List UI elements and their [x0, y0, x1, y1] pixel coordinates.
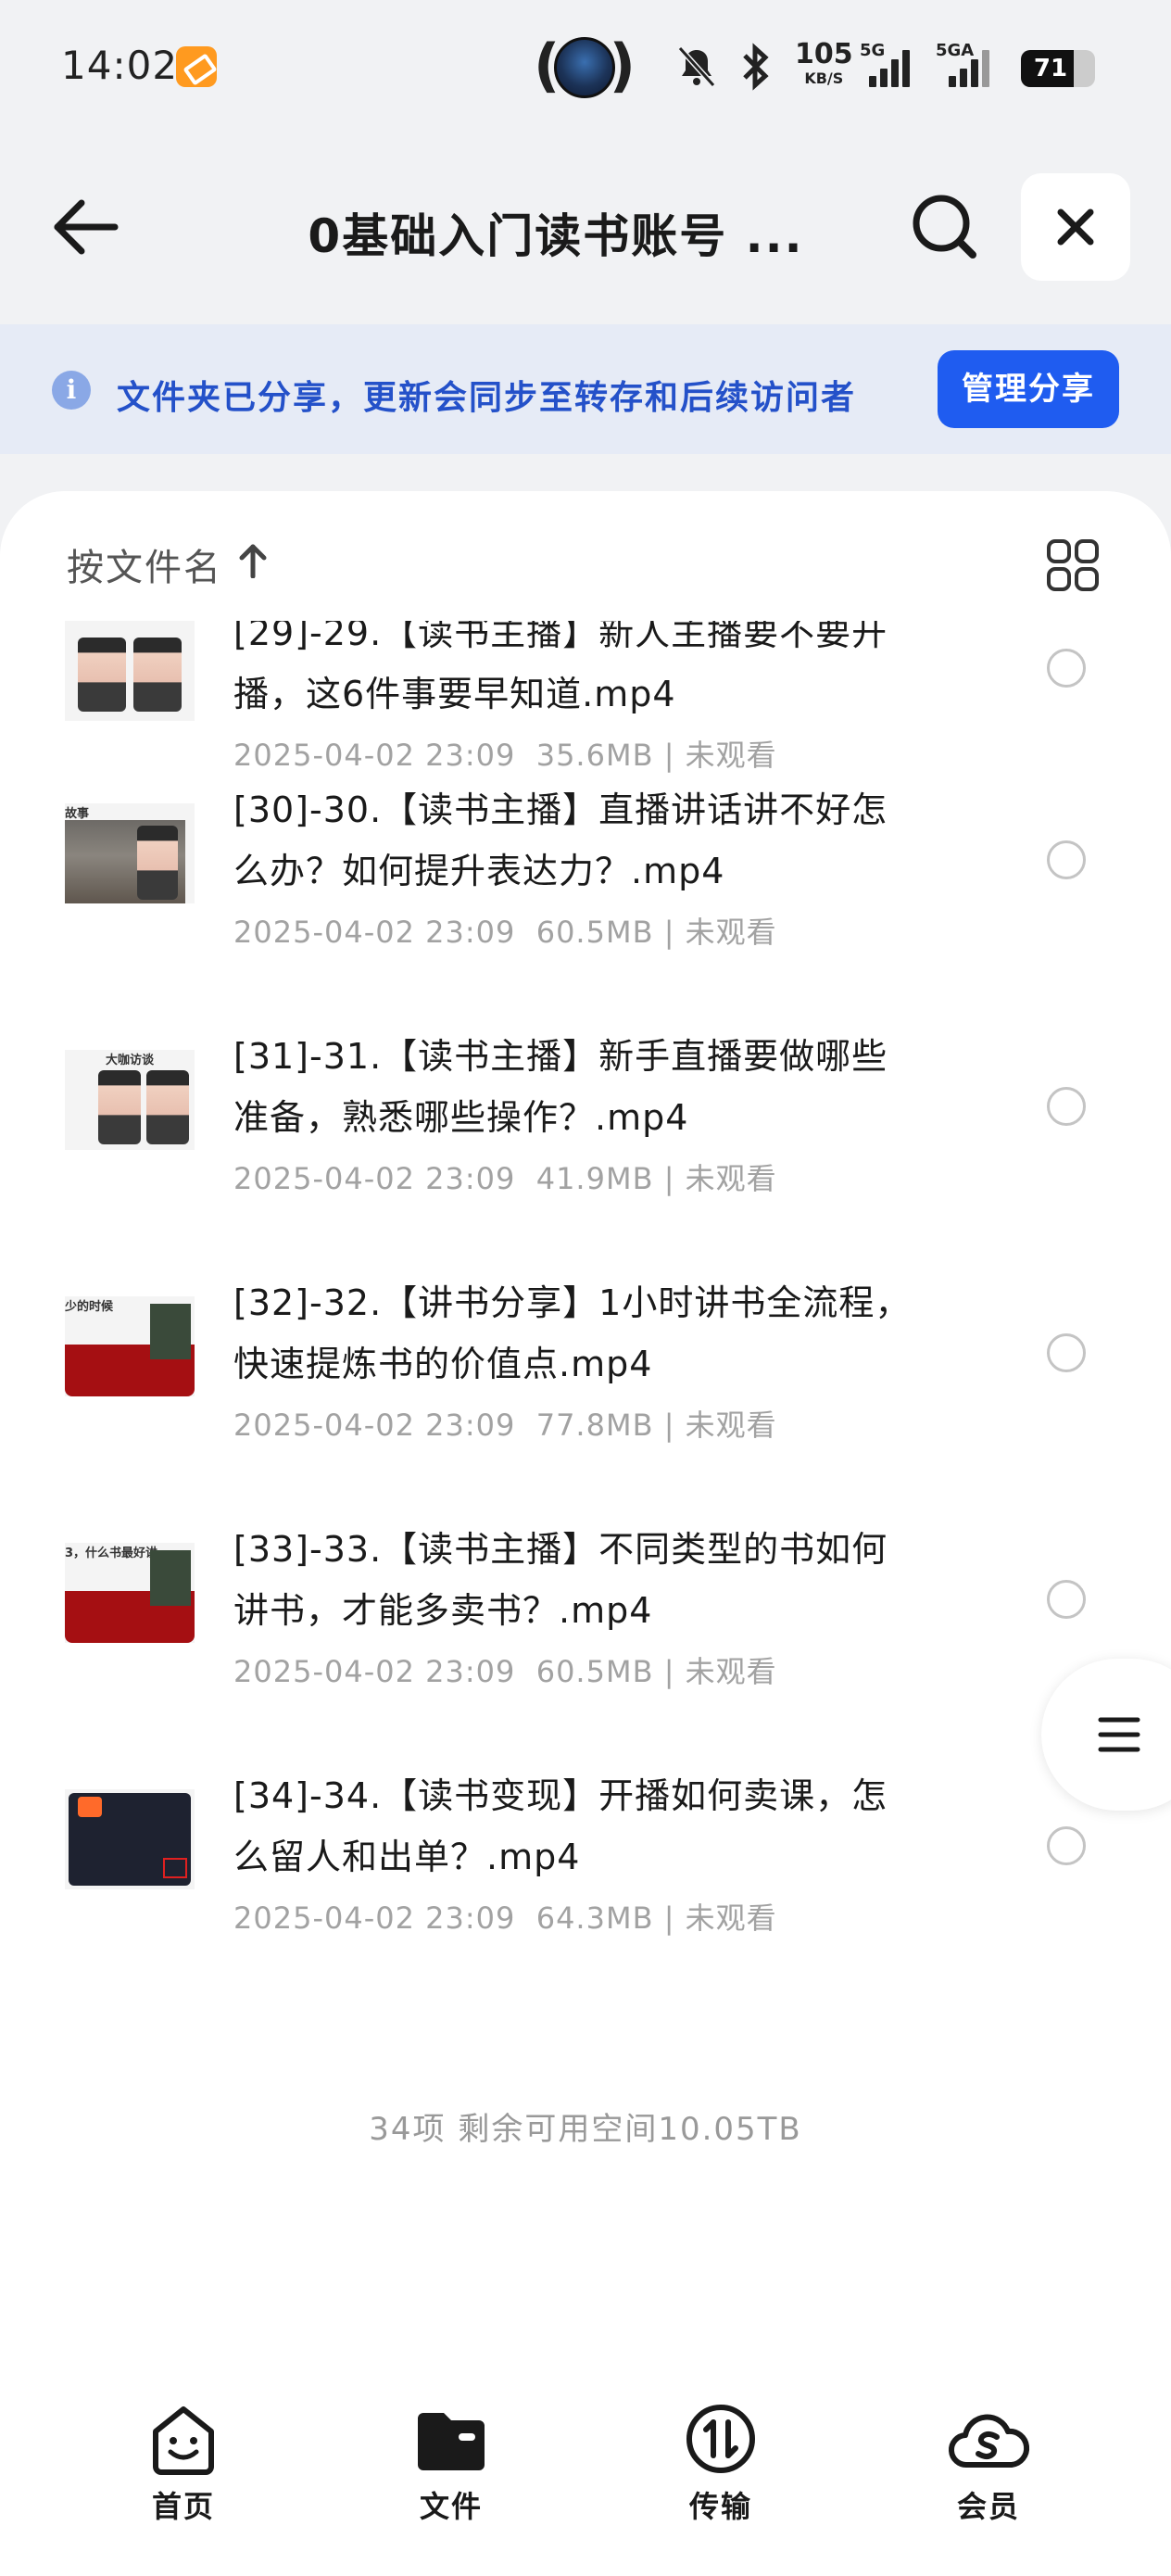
- notification-app-icon: [176, 46, 217, 87]
- tab-label: 文件: [419, 2489, 483, 2524]
- search-icon: [913, 195, 976, 259]
- video-thumbnail: 3，什么书最好讲: [65, 1543, 195, 1643]
- bottom-tab-bar: 首页 文件 传输 会员: [0, 2381, 1171, 2576]
- info-icon: i: [52, 371, 91, 410]
- tab-files[interactable]: 文件: [377, 2400, 525, 2548]
- app-screen: 14:02 ( ) 105 KB/S 5G 5GA 71 0基础入门读书账号 .…: [0, 0, 1171, 2576]
- file-meta: 2025-04-02 23:09 77.8MB | 未观看: [233, 1408, 777, 1443]
- battery-icon: 71: [1021, 50, 1095, 87]
- tab-label: 首页: [151, 2489, 215, 2524]
- back-button[interactable]: [44, 190, 128, 264]
- file-row[interactable]: 大咖访谈 [31]-31.【读书主播】新手直播要做哪些准备，熟悉哪些操作？.mp…: [0, 1002, 1171, 1248]
- transfer-icon: [686, 2405, 755, 2473]
- file-name: [32]-32.【讲书分享】1小时讲书全流程，快速提炼书的价值点.mp4: [233, 1282, 912, 1384]
- storage-summary: 34项 剩余可用空间10.05TB: [369, 2111, 802, 2148]
- vip-cloud-icon: [949, 2414, 1030, 2469]
- tab-vip[interactable]: 会员: [914, 2400, 1063, 2548]
- close-icon: [1057, 208, 1094, 246]
- file-meta: 2025-04-02 23:09 64.3MB | 未观看: [233, 1900, 777, 1936]
- signal-5ga-icon: 5GA: [936, 41, 999, 87]
- select-checkbox[interactable]: [1047, 1087, 1086, 1126]
- video-thumbnail: [65, 1789, 195, 1889]
- video-thumbnail: [65, 621, 195, 721]
- video-thumbnail: 大咖访谈: [65, 1050, 195, 1150]
- select-checkbox[interactable]: [1047, 840, 1086, 879]
- share-banner: i 文件夹已分享，更新会同步至转存和后续访问者 管理分享: [0, 324, 1171, 454]
- select-checkbox[interactable]: [1047, 649, 1086, 688]
- tab-label: 传输: [688, 2489, 752, 2524]
- file-row[interactable]: 故事 [30]-30.【读书主播】直播讲话讲不好怎么办？如何提升表达力？.mp4…: [0, 755, 1171, 1002]
- video-thumbnail: 故事: [65, 803, 195, 903]
- close-button[interactable]: [1021, 173, 1130, 281]
- video-thumbnail: 少的时候: [65, 1296, 195, 1396]
- sort-by-name-button[interactable]: 按文件名: [67, 537, 222, 591]
- file-name: [34]-34.【读书变现】开播如何卖课，怎么留人和出单？.mp4: [233, 1775, 888, 1877]
- file-panel: 按文件名 [29]-29.【读书主播】新人主播要不要开播，这6件事要早知道.mp…: [0, 491, 1171, 2576]
- tab-home[interactable]: 首页: [109, 2400, 258, 2548]
- search-button[interactable]: [906, 188, 984, 266]
- file-name: [33]-33.【读书主播】不同类型的书如何讲书，才能多卖书？.mp4: [233, 1529, 888, 1631]
- page-title: 0基础入门读书账号 ...: [308, 209, 804, 263]
- live-activity-avatar: ( ): [534, 32, 636, 99]
- home-smile-icon: [153, 2406, 214, 2475]
- status-time: 14:02: [61, 43, 179, 88]
- mute-bell-icon: [677, 45, 716, 88]
- net-speed: 105 KB/S: [795, 38, 853, 88]
- sort-bar: 按文件名: [0, 491, 1171, 621]
- file-row[interactable]: 少的时候 [32]-32.【讲书分享】1小时讲书全流程，快速提炼书的价值点.mp…: [0, 1248, 1171, 1495]
- file-name: [31]-31.【读书主播】新手直播要做哪些准备，熟悉哪些操作？.mp4: [233, 1036, 888, 1138]
- file-row[interactable]: 3，什么书最好讲 [33]-33.【读书主播】不同类型的书如何讲书，才能多卖书？…: [0, 1495, 1171, 1741]
- select-checkbox[interactable]: [1047, 1826, 1086, 1865]
- top-nav: 0基础入门读书账号 ...: [0, 162, 1171, 292]
- file-name: [30]-30.【读书主播】直播讲话讲不好怎么办？如何提升表达力？.mp4: [233, 789, 888, 891]
- menu-icon: [1098, 1717, 1140, 1752]
- arrow-up-icon[interactable]: [237, 541, 269, 578]
- file-meta: 2025-04-02 23:09 60.5MB | 未观看: [233, 1654, 777, 1689]
- arrow-left-icon: [54, 199, 119, 255]
- bluetooth-icon: [743, 43, 769, 91]
- status-icons: 105 KB/S 5G 5GA 71: [676, 37, 1112, 102]
- folder-icon: [418, 2413, 485, 2470]
- grid-view-icon[interactable]: [1045, 537, 1101, 593]
- file-meta: 2025-04-02 23:09 41.9MB | 未观看: [233, 1161, 777, 1196]
- avatar: [554, 37, 615, 98]
- tab-transfer[interactable]: 传输: [647, 2400, 795, 2548]
- manage-share-button[interactable]: 管理分享: [938, 350, 1119, 428]
- tab-label: 会员: [956, 2489, 1020, 2524]
- file-row[interactable]: [34]-34.【读书变现】开播如何卖课，怎么留人和出单？.mp4 2025-0…: [0, 1741, 1171, 1988]
- select-checkbox[interactable]: [1047, 1333, 1086, 1372]
- select-checkbox[interactable]: [1047, 1580, 1086, 1619]
- signal-5g-icon: 5G: [860, 41, 923, 87]
- banner-text: 文件夹已分享，更新会同步至转存和后续访问者: [117, 379, 857, 417]
- file-meta: 2025-04-02 23:09 60.5MB | 未观看: [233, 915, 777, 950]
- status-bar: 14:02 ( ) 105 KB/S 5G 5GA 71: [0, 0, 1171, 139]
